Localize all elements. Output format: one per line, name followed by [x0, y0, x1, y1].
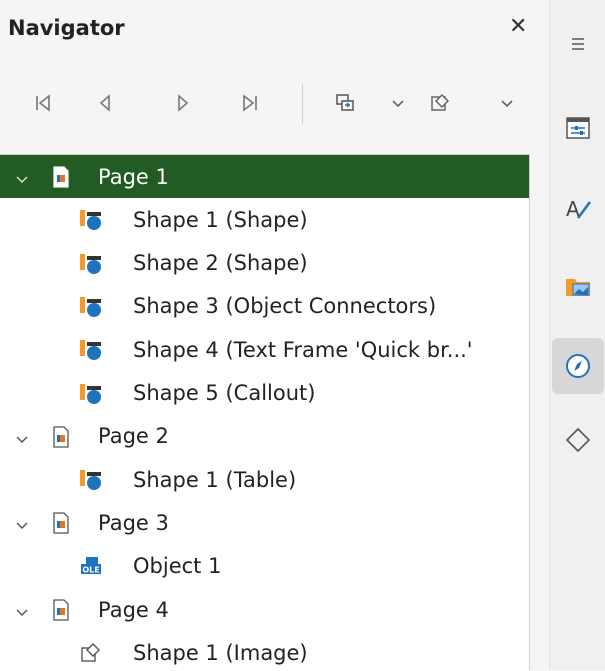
- page-icon: [49, 425, 73, 449]
- tree-object-row[interactable]: Shape 1 (Shape): [0, 198, 529, 241]
- shape-icon: [79, 382, 103, 406]
- tree-object-row[interactable]: Shape 1 (Table): [0, 458, 529, 501]
- menu-icon[interactable]: [550, 16, 605, 72]
- close-icon[interactable]: ✕: [509, 14, 527, 39]
- chevron-down-icon[interactable]: [14, 515, 30, 531]
- tree-object-row[interactable]: Shape 1 (Image): [0, 631, 529, 671]
- tree-item-label: Shape 2 (Shape): [133, 251, 308, 276]
- tree-object-row[interactable]: Shape 3 (Object Connectors): [0, 285, 529, 328]
- first-icon[interactable]: [28, 88, 58, 118]
- page-icon: [49, 511, 73, 535]
- navigator-icon[interactable]: [552, 338, 604, 394]
- navigator-tree: Page 1 Shape 1 (Shape) Shape 2 (Shape) Shap…: [0, 154, 529, 671]
- panel-title: Navigator: [8, 16, 125, 40]
- shape-icon: [79, 295, 103, 319]
- tree-item-label: Shape 5 (Callout): [133, 381, 316, 405]
- page-icon: [49, 165, 73, 189]
- properties-icon[interactable]: [550, 100, 605, 156]
- ole-object-icon: OLE: [79, 555, 103, 579]
- tree-border: [529, 154, 530, 670]
- navigator-toolbar: [0, 78, 549, 130]
- tree-item-label: Shape 1 (Table): [133, 467, 297, 492]
- shape-icon: [79, 252, 103, 276]
- chevron-down-icon[interactable]: [14, 169, 30, 185]
- shape-icon: [79, 208, 103, 232]
- page-icon: [49, 598, 73, 622]
- shapes-icon[interactable]: [550, 412, 605, 468]
- tree-item-label: Page 3: [98, 510, 169, 535]
- shape-icon: [79, 468, 103, 492]
- drag-mode-icon[interactable]: [330, 88, 360, 118]
- tree-object-row[interactable]: Shape 2 (Shape): [0, 242, 529, 285]
- styles-icon[interactable]: A: [550, 180, 605, 236]
- chevron-down-icon[interactable]: [14, 429, 30, 445]
- last-icon[interactable]: [235, 88, 265, 118]
- svg-text:OLE: OLE: [82, 565, 99, 574]
- tree-item-label: Shape 3 (Object Connectors): [133, 294, 437, 319]
- tree-object-row[interactable]: OLE Object 1: [0, 545, 529, 588]
- tree-item-label: Page 4: [98, 597, 169, 622]
- tree-page-row[interactable]: Page 2: [0, 415, 529, 458]
- sidebar-deck: A: [549, 0, 605, 670]
- tree-item-label: Object 1: [133, 554, 222, 579]
- previous-icon[interactable]: [90, 88, 120, 118]
- tree-object-row[interactable]: Shape 5 (Callout): [0, 372, 529, 415]
- shape-icon: [79, 338, 103, 362]
- tree-page-row[interactable]: Page 4: [0, 588, 529, 631]
- gallery-icon[interactable]: [550, 258, 605, 314]
- tree-item-label: Page 1: [98, 164, 169, 189]
- navigator-panel: Navigator ✕ Page 1 Shape 1 (Shape) Shape 2…: [0, 0, 549, 671]
- shapes-icon[interactable]: [425, 88, 455, 118]
- tree-page-row[interactable]: Page 3: [0, 501, 529, 544]
- next-icon[interactable]: [168, 88, 198, 118]
- chevron-down-icon[interactable]: [492, 88, 522, 118]
- image-icon: [79, 641, 103, 665]
- tree-item-label: Shape 1 (Image): [133, 640, 308, 665]
- chevron-down-icon[interactable]: [383, 88, 413, 118]
- tree-item-label: Shape 1 (Shape): [133, 207, 308, 232]
- chevron-down-icon[interactable]: [14, 602, 30, 618]
- tree-item-label: Shape 4 (Text Frame 'Quick br...': [133, 337, 473, 362]
- tree-item-label: Page 2: [98, 424, 169, 449]
- toolbar-separator: [302, 84, 303, 124]
- tree-object-row[interactable]: Shape 4 (Text Frame 'Quick br...': [0, 328, 529, 371]
- tree-page-row[interactable]: Page 1: [0, 155, 529, 198]
